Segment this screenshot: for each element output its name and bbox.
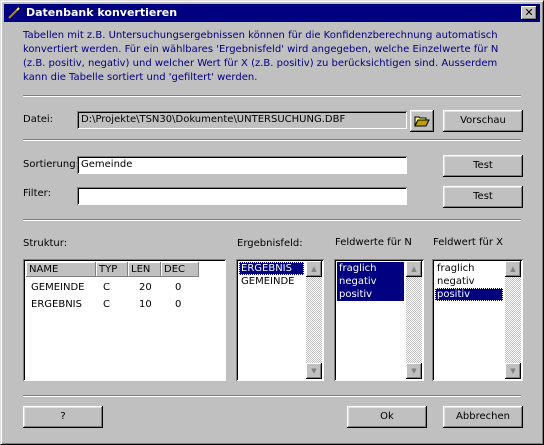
open-file-button[interactable] <box>410 110 434 132</box>
table-cell: 0 <box>175 282 182 293</box>
column-header-len[interactable]: LEN <box>128 262 161 277</box>
scroll-down-icon[interactable]: ▼ <box>406 363 422 379</box>
separator <box>23 139 521 141</box>
sort-input[interactable]: Gemeinde <box>77 156 407 174</box>
table-cell: C <box>103 282 110 293</box>
filter-label: Filter: <box>23 188 51 199</box>
description-text: Tabellen mit z.B. Untersuchungsergebniss… <box>23 30 499 83</box>
list-item[interactable]: ERGEBNIS <box>239 262 304 275</box>
table-cell: ERGEBNIS <box>31 299 82 310</box>
table-cell: C <box>103 299 110 310</box>
separator <box>23 95 521 97</box>
list-item[interactable]: fraglich <box>435 262 503 275</box>
result-field-label: Ergebnisfeld: <box>237 238 303 249</box>
sort-test-button[interactable]: Test <box>443 155 523 177</box>
table-cell: 10 <box>139 299 152 310</box>
value-x-label: Feldwert für X <box>433 237 504 248</box>
list-item[interactable]: negativ <box>337 275 404 288</box>
scrollbar[interactable]: ▲ ▼ <box>505 261 521 379</box>
wand-icon <box>8 7 20 19</box>
window-title: Datenbank konvertieren <box>26 6 178 19</box>
close-icon: ✕ <box>524 6 534 19</box>
table-cell: 0 <box>175 299 182 310</box>
file-path-field[interactable]: D:\Projekte\TSN30\Dokumente\UNTERSUCHUNG… <box>77 111 407 129</box>
title-bar[interactable]: Datenbank konvertieren ✕ <box>4 4 540 22</box>
close-button[interactable]: ✕ <box>521 6 537 20</box>
list-item[interactable]: positiv <box>435 288 503 301</box>
structure-label: Struktur: <box>23 238 68 249</box>
scroll-up-icon[interactable]: ▲ <box>505 261 521 277</box>
table-cell: GEMEINDE <box>31 282 85 293</box>
values-n-list[interactable]: fraglich negativ positiv ▲ ▼ <box>334 259 424 381</box>
separator <box>23 395 521 397</box>
values-n-label: Feldwerte für N <box>335 237 412 248</box>
scroll-down-icon[interactable]: ▼ <box>505 363 521 379</box>
column-header-dec[interactable]: DEC <box>161 262 199 277</box>
scroll-up-icon[interactable]: ▲ <box>306 261 322 277</box>
ok-button[interactable]: Ok <box>347 406 427 428</box>
scrollbar[interactable]: ▲ ▼ <box>306 261 322 379</box>
help-button[interactable]: ? <box>23 406 103 428</box>
column-header-name[interactable]: NAME <box>26 262 96 277</box>
dialog-window: Datenbank konvertieren ✕ Tabellen mit z.… <box>0 0 544 445</box>
folder-open-icon <box>414 116 430 127</box>
scroll-down-icon[interactable]: ▼ <box>306 363 322 379</box>
result-field-list[interactable]: ERGEBNIS GEMEINDE ▲ ▼ <box>236 259 324 381</box>
list-item[interactable]: positiv <box>337 288 404 301</box>
preview-button[interactable]: Vorschau <box>443 110 523 132</box>
column-header-typ[interactable]: TYP <box>96 262 128 277</box>
structure-table[interactable]: NAME TYP LEN DEC GEMEINDE C 20 0 ERGEBNI… <box>23 259 226 381</box>
cancel-button[interactable]: Abbrechen <box>443 406 523 428</box>
list-item[interactable]: GEMEINDE <box>239 275 304 288</box>
sort-label: Sortierung: <box>23 159 79 170</box>
list-item[interactable]: negativ <box>435 275 503 288</box>
scrollbar[interactable]: ▲ ▼ <box>406 261 422 379</box>
scroll-up-icon[interactable]: ▲ <box>406 261 422 277</box>
filter-input[interactable] <box>77 187 407 205</box>
file-label: Datei: <box>23 114 54 125</box>
filter-test-button[interactable]: Test <box>443 186 523 208</box>
list-item[interactable]: fraglich <box>337 262 404 275</box>
value-x-list[interactable]: fraglich negativ positiv ▲ ▼ <box>432 259 523 381</box>
separator <box>23 219 521 221</box>
table-cell: 20 <box>139 282 152 293</box>
